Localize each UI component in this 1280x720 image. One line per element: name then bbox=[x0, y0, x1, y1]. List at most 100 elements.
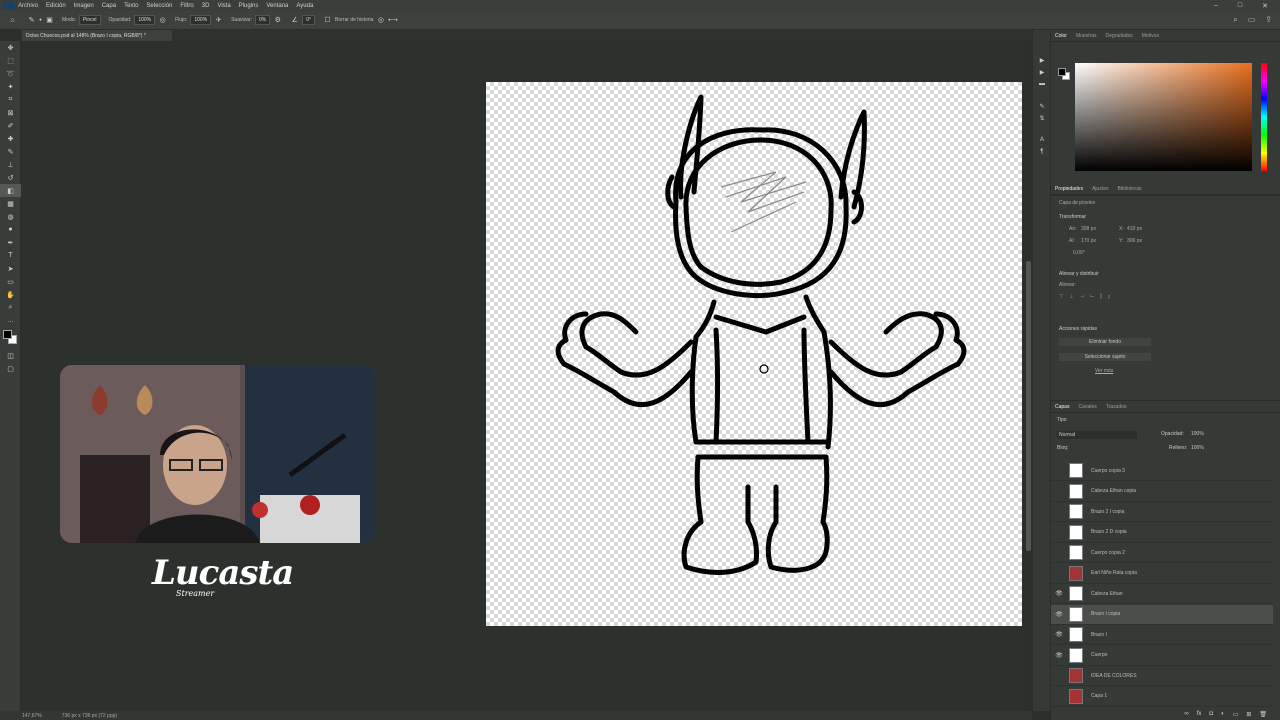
layer-name[interactable]: Cabeza Ethan bbox=[1091, 591, 1123, 597]
tab-layers[interactable]: Capas bbox=[1055, 404, 1069, 410]
transform-section[interactable]: Transformar bbox=[1059, 214, 1086, 220]
width-input[interactable]: 308 px bbox=[1081, 226, 1096, 232]
angle-input[interactable]: 0° bbox=[302, 15, 316, 25]
quick-mask-icon[interactable]: ◫ bbox=[0, 349, 21, 362]
quick-actions-section[interactable]: Acciones rápidas bbox=[1059, 326, 1097, 332]
close-icon[interactable]: ✕ bbox=[1262, 2, 1268, 10]
blur-tool-icon[interactable]: ◍ bbox=[0, 210, 21, 223]
menu-capa[interactable]: Capa bbox=[102, 3, 116, 9]
layer-row[interactable]: Cuerpo copia 3 bbox=[1051, 461, 1273, 481]
layer-row[interactable]: 👁 Brazo I copia bbox=[1051, 604, 1273, 625]
brush-tool-icon[interactable]: ✎ bbox=[0, 145, 21, 158]
new-layer-icon[interactable]: ⊞ bbox=[1246, 711, 1251, 720]
layer-thumbnail[interactable] bbox=[1069, 586, 1083, 601]
symmetry-icon[interactable]: ⟷ bbox=[388, 16, 398, 25]
layer-row[interactable]: IDEA DE COLORES bbox=[1051, 666, 1273, 686]
mode-select[interactable]: Pincel bbox=[78, 15, 101, 25]
stamp-tool-icon[interactable]: ⊥ bbox=[0, 158, 21, 171]
character-panel-icon[interactable]: A bbox=[1033, 134, 1051, 146]
layer-row[interactable]: Earl Niño Rata copia bbox=[1051, 564, 1273, 584]
vertical-scrollbar[interactable] bbox=[1025, 41, 1032, 711]
opacity-input[interactable]: 100% bbox=[134, 15, 156, 25]
y-input[interactable]: 306 px bbox=[1127, 238, 1142, 244]
visibility-eye-icon[interactable]: 👁 bbox=[1051, 652, 1067, 659]
layer-row[interactable]: 👁 Cabeza Ethan bbox=[1051, 584, 1273, 604]
menu-plugins[interactable]: Plugins bbox=[239, 3, 259, 9]
pressure-size-icon[interactable]: ◎ bbox=[376, 16, 385, 25]
tab-gradients[interactable]: Degradados bbox=[1106, 33, 1133, 39]
layer-name[interactable]: Cabeza Ethan copia bbox=[1091, 488, 1136, 494]
menu-edicion[interactable]: Edición bbox=[46, 3, 66, 9]
visibility-eye-icon[interactable]: 👁 bbox=[1051, 611, 1067, 618]
layer-thumbnail[interactable] bbox=[1069, 627, 1083, 642]
tab-channels[interactable]: Canales bbox=[1078, 404, 1096, 410]
layer-thumbnail[interactable] bbox=[1069, 483, 1083, 499]
history-panel-icon[interactable]: ▶ bbox=[1033, 54, 1051, 66]
healing-tool-icon[interactable]: ✚ bbox=[0, 132, 21, 145]
home-icon[interactable]: ⌂ bbox=[8, 16, 17, 25]
eyedropper-tool-icon[interactable]: ✐ bbox=[0, 119, 21, 132]
layer-filter-select[interactable]: Tipo bbox=[1057, 417, 1067, 423]
dodge-tool-icon[interactable]: ● bbox=[0, 223, 21, 236]
tab-adjustments[interactable]: Ajustes bbox=[1092, 186, 1108, 192]
layer-row[interactable]: Brazo 2 D copia bbox=[1051, 523, 1273, 543]
layer-name[interactable]: Cuerpo bbox=[1091, 652, 1107, 658]
layer-style-icon[interactable]: fx bbox=[1197, 711, 1202, 720]
adjustments-panel-icon[interactable]: ⇅ bbox=[1033, 112, 1051, 124]
blend-mode-select[interactable]: Normal bbox=[1057, 431, 1137, 439]
menu-imagen[interactable]: Imagen bbox=[74, 3, 94, 9]
menu-texto[interactable]: Texto bbox=[124, 3, 138, 9]
foreground-color-swatch[interactable] bbox=[3, 330, 12, 339]
erase-history-checkbox[interactable]: ☐ bbox=[323, 16, 332, 25]
color-swatches[interactable] bbox=[0, 327, 21, 349]
add-mask-icon[interactable]: ◘ bbox=[1209, 711, 1213, 720]
more-tools-icon[interactable]: … bbox=[0, 314, 21, 327]
document-tab[interactable]: Dctos Chuecos.psd al 148% (Brazo I copia… bbox=[22, 30, 172, 41]
menu-filtro[interactable]: Filtro bbox=[180, 3, 193, 9]
type-tool-icon[interactable]: T bbox=[0, 249, 21, 262]
hue-slider[interactable] bbox=[1261, 63, 1267, 171]
layer-thumbnail[interactable] bbox=[1069, 504, 1083, 519]
visibility-eye-icon[interactable]: 👁 bbox=[1051, 590, 1067, 597]
menu-vista[interactable]: Vista bbox=[217, 3, 230, 9]
tab-libraries[interactable]: Bibliotecas bbox=[1117, 186, 1141, 192]
marquee-tool-icon[interactable]: ⬚ bbox=[0, 54, 21, 67]
comments-panel-icon[interactable]: ▬ bbox=[1033, 78, 1051, 90]
link-layers-icon[interactable]: ∞ bbox=[1184, 711, 1188, 720]
new-group-icon[interactable]: ▭ bbox=[1233, 711, 1239, 720]
layer-thumbnail[interactable] bbox=[1069, 565, 1083, 581]
crop-tool-icon[interactable]: ⌗ bbox=[0, 93, 21, 106]
hand-tool-icon[interactable]: ✋ bbox=[0, 288, 21, 301]
layer-thumbnail[interactable] bbox=[1069, 668, 1083, 683]
flow-input[interactable]: 100% bbox=[190, 15, 212, 25]
menu-ayuda[interactable]: Ayuda bbox=[296, 3, 313, 9]
zoom-tool-icon[interactable]: ⌕ bbox=[0, 301, 21, 314]
layer-name[interactable]: Brazo I bbox=[1091, 632, 1107, 638]
align-buttons-icon[interactable]: ⊤⊥⊣⊢⫿⫾ bbox=[1059, 294, 1116, 300]
path-select-tool-icon[interactable]: ➤ bbox=[0, 262, 21, 275]
workspace-icon[interactable]: ▭ bbox=[1248, 15, 1256, 25]
document-canvas[interactable] bbox=[486, 82, 1022, 626]
eraser-tool-icon[interactable]: ◧ bbox=[0, 184, 21, 197]
layer-name[interactable]: Cuerpo copia 2 bbox=[1091, 550, 1125, 556]
layer-name[interactable]: Brazo 2 D copia bbox=[1091, 529, 1127, 535]
layer-opacity-input[interactable]: 100% bbox=[1191, 431, 1204, 437]
zoom-level[interactable]: 147,67% bbox=[22, 713, 42, 719]
frame-tool-icon[interactable]: ⊠ bbox=[0, 106, 21, 119]
menu-3d[interactable]: 3D bbox=[202, 3, 210, 9]
layer-name[interactable]: IDEA DE COLORES bbox=[1091, 673, 1137, 679]
align-section[interactable]: Alinear y distribuir bbox=[1059, 271, 1099, 277]
quick-select-tool-icon[interactable]: ✦ bbox=[0, 80, 21, 93]
x-input[interactable]: 410 px bbox=[1127, 226, 1142, 232]
brush-size-icon[interactable]: • bbox=[36, 16, 45, 25]
layer-row[interactable]: Brazo 2 I copia bbox=[1051, 502, 1273, 522]
layer-row[interactable]: 👁 Cuerpo bbox=[1051, 646, 1273, 666]
lasso-tool-icon[interactable]: ➰ bbox=[0, 67, 21, 80]
brush-settings-panel-icon[interactable]: ✎ bbox=[1033, 100, 1051, 112]
layer-name[interactable]: Earl Niño Rata copia bbox=[1091, 570, 1137, 576]
layer-name[interactable]: Cuerpo copia 3 bbox=[1091, 468, 1125, 474]
layer-row[interactable]: Capa 1 bbox=[1051, 687, 1273, 707]
height-input[interactable]: 170 px bbox=[1081, 238, 1096, 244]
maximize-icon[interactable]: □ bbox=[1238, 2, 1242, 9]
select-subject-button[interactable]: Seleccionar sujeto bbox=[1059, 353, 1151, 361]
